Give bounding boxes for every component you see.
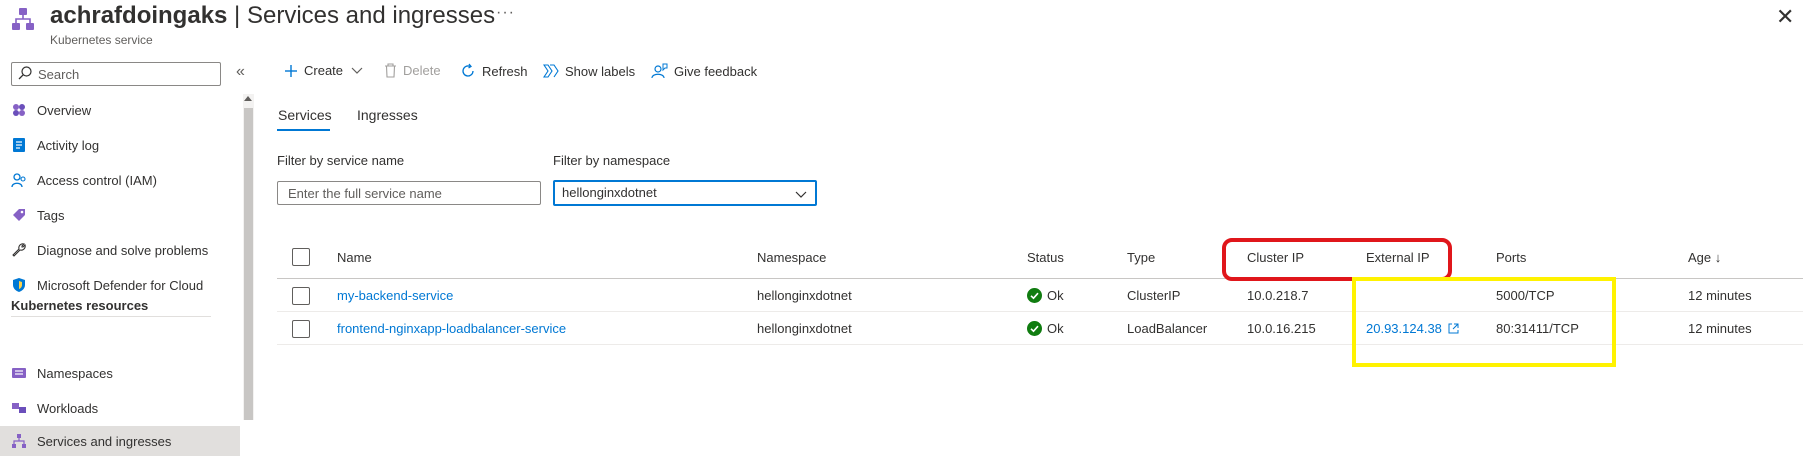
check-circle-icon xyxy=(1027,288,1042,306)
people-icon xyxy=(11,172,27,188)
sidebar-search[interactable] xyxy=(11,62,221,86)
sidebar-item-overview[interactable]: Overview xyxy=(0,95,240,125)
sidebar-item-label: Namespaces xyxy=(37,365,113,381)
activity-log-icon xyxy=(11,137,27,153)
page-title: achrafdoingaks | Services and ingresses xyxy=(50,2,495,30)
resource-name: achrafdoingaks xyxy=(50,2,228,29)
delete-button[interactable]: Delete xyxy=(384,63,441,78)
sidebar-item-activity-log[interactable]: Activity log xyxy=(0,130,240,160)
sidebar-item-label: Diagnose and solve problems xyxy=(37,242,209,258)
tab-services[interactable]: Services xyxy=(278,107,332,123)
type-cell: LoadBalancer xyxy=(1127,321,1208,336)
network-icon xyxy=(11,433,27,449)
sidebar-item-label: Access control (IAM) xyxy=(37,172,157,188)
namespace-filter-label: Filter by namespace xyxy=(553,153,671,168)
row-checkbox[interactable] xyxy=(292,320,310,338)
namespace-filter-dropdown[interactable]: hellonginxdotnet xyxy=(553,180,817,206)
tag-icon xyxy=(11,207,27,223)
namespace-cell: hellonginxdotnet xyxy=(757,321,852,336)
namespaces-icon xyxy=(11,365,27,381)
column-header-ports[interactable]: Ports xyxy=(1496,250,1526,265)
sidebar-item-access-control[interactable]: Access control (IAM) xyxy=(0,165,240,195)
sidebar-item-workloads[interactable]: Workloads xyxy=(0,393,240,423)
feedback-icon xyxy=(651,63,668,79)
close-button[interactable]: ✕ xyxy=(1776,4,1794,30)
red-highlight-annotation xyxy=(1222,238,1452,281)
sidebar-item-label: Services and ingresses xyxy=(37,433,172,449)
status-text: Ok xyxy=(1047,288,1064,303)
namespace-filter-value: hellonginxdotnet xyxy=(562,185,657,200)
chevron-down-icon xyxy=(795,187,807,202)
search-icon xyxy=(17,65,33,81)
status-cell: Ok xyxy=(1027,321,1064,339)
give-feedback-label: Give feedback xyxy=(674,63,758,79)
cluster-ip-cell: 10.0.16.215 xyxy=(1247,321,1316,336)
age-cell: 12 minutes xyxy=(1688,321,1752,336)
show-labels-button[interactable]: Show labels xyxy=(543,63,635,79)
show-labels-label: Show labels xyxy=(565,63,636,79)
sidebar-item-label: Tags xyxy=(37,207,65,223)
active-tab-indicator xyxy=(277,129,330,131)
create-button[interactable]: Create xyxy=(284,63,363,78)
trash-icon xyxy=(384,63,397,78)
column-header-age[interactable]: Age ↓ xyxy=(1688,250,1721,265)
status-text: Ok xyxy=(1047,321,1064,336)
plus-icon xyxy=(284,64,298,78)
shield-icon xyxy=(11,277,27,293)
service-name-filter[interactable] xyxy=(277,181,541,205)
resource-type-subtitle: Kubernetes service xyxy=(50,33,153,47)
sidebar-scrollbar-thumb[interactable] xyxy=(244,108,253,420)
delete-label: Delete xyxy=(403,63,441,78)
give-feedback-button[interactable]: Give feedback xyxy=(651,63,757,79)
service-name-link[interactable]: my-backend-service xyxy=(337,288,453,303)
create-label: Create xyxy=(304,63,344,78)
refresh-button[interactable]: Refresh xyxy=(460,63,528,79)
collapse-sidebar-button[interactable]: « xyxy=(236,63,245,81)
service-name-link[interactable]: frontend-nginxapp-loadbalancer-service xyxy=(337,321,566,336)
tab-ingresses[interactable]: Ingresses xyxy=(357,107,418,123)
sidebar-item-tags[interactable]: Tags xyxy=(0,200,240,230)
sidebar-item-label: Microsoft Defender for Cloud xyxy=(37,277,204,293)
overview-icon xyxy=(11,102,27,118)
refresh-icon xyxy=(460,63,476,79)
select-all-checkbox[interactable] xyxy=(292,248,310,266)
column-header-type[interactable]: Type xyxy=(1127,250,1155,265)
sidebar-item-defender[interactable]: Microsoft Defender for Cloud xyxy=(0,270,240,300)
namespace-cell: hellonginxdotnet xyxy=(757,288,852,303)
more-options-button[interactable]: ··· xyxy=(496,4,515,22)
page-name: Services and ingresses xyxy=(246,2,496,29)
sidebar-item-diagnose[interactable]: Diagnose and solve problems xyxy=(0,235,240,265)
sidebar-section-divider xyxy=(11,316,211,317)
service-name-filter-input[interactable] xyxy=(286,185,525,202)
sidebar-search-input[interactable] xyxy=(36,66,220,83)
sidebar-item-namespaces[interactable]: Namespaces xyxy=(0,358,240,388)
service-name-filter-label: Filter by service name xyxy=(277,153,405,168)
sidebar-section-title: Kubernetes resources xyxy=(11,298,149,313)
sidebar-item-label: Activity log xyxy=(37,137,100,153)
refresh-label: Refresh xyxy=(482,63,528,79)
type-cell: ClusterIP xyxy=(1127,288,1181,303)
chevron-down-icon xyxy=(351,67,363,75)
kubernetes-service-icon xyxy=(10,6,36,32)
yellow-highlight-annotation xyxy=(1352,277,1616,367)
column-header-name[interactable]: Name xyxy=(337,250,372,265)
sidebar-item-label: Overview xyxy=(37,102,92,118)
column-header-namespace[interactable]: Namespace xyxy=(757,250,826,265)
row-checkbox[interactable] xyxy=(292,287,310,305)
cluster-ip-cell: 10.0.218.7 xyxy=(1247,288,1309,303)
title-separator: | xyxy=(227,2,247,29)
column-header-status[interactable]: Status xyxy=(1027,250,1064,265)
sidebar-item-label: Workloads xyxy=(37,400,99,416)
labels-icon xyxy=(543,63,559,79)
age-cell: 12 minutes xyxy=(1688,288,1752,303)
status-cell: Ok xyxy=(1027,288,1064,306)
workloads-icon xyxy=(11,400,27,416)
sidebar-item-services-and-ingresses[interactable]: Services and ingresses xyxy=(0,426,240,456)
check-circle-icon xyxy=(1027,321,1042,339)
wrench-icon xyxy=(11,242,27,258)
scroll-up-arrow-icon[interactable] xyxy=(244,96,252,101)
